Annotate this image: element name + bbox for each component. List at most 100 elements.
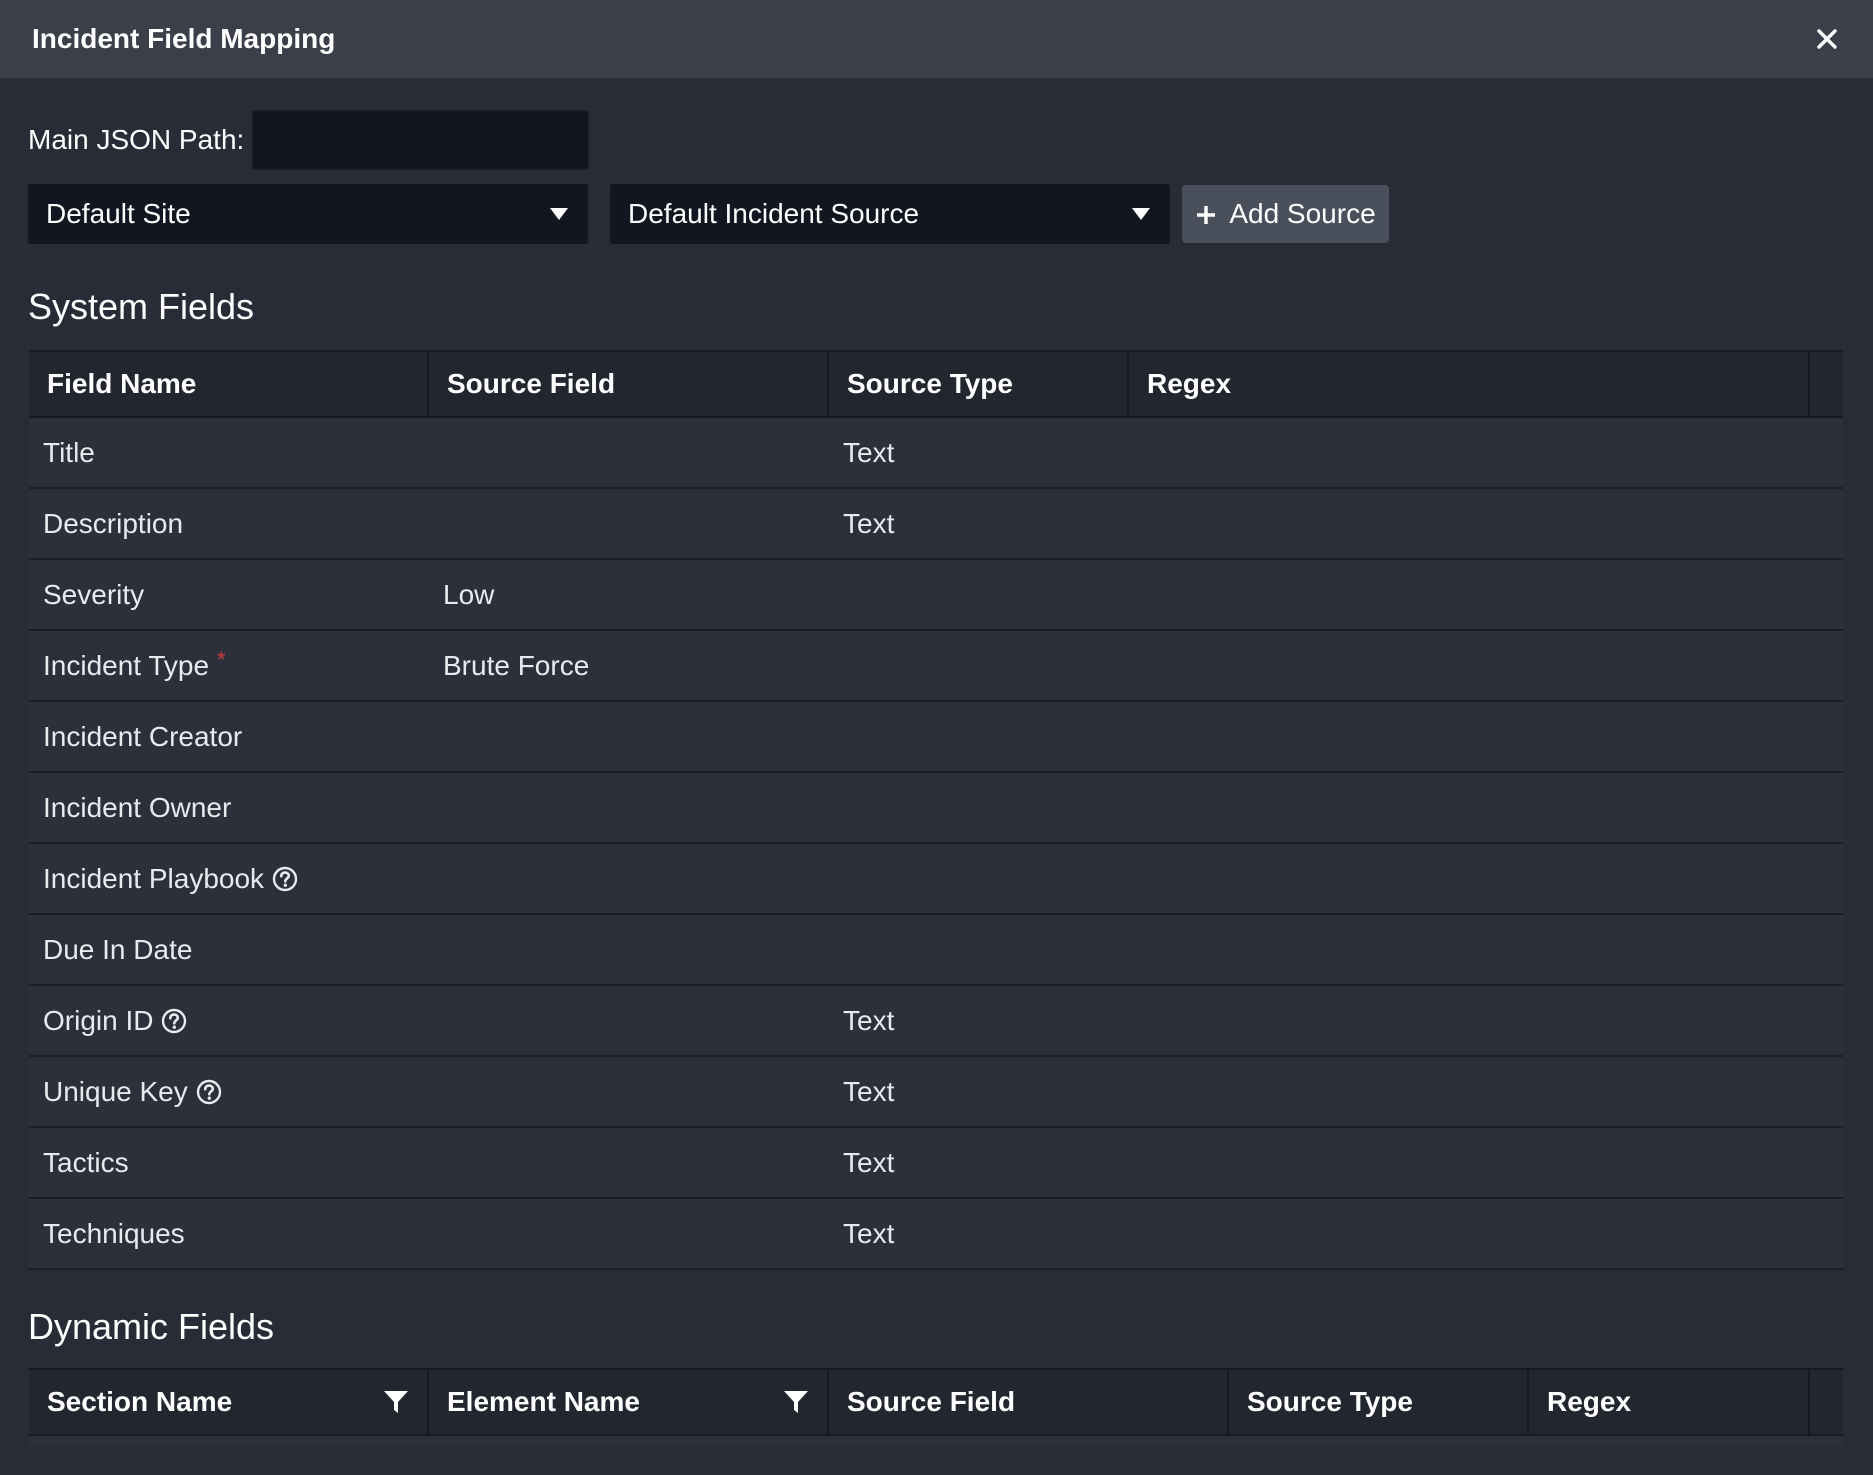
table-row[interactable]: Description Text [29, 489, 1843, 560]
source-field-cell[interactable] [429, 1057, 829, 1126]
source-field-cell[interactable] [429, 986, 829, 1055]
system-fields-title: System Fields [28, 286, 255, 327]
json-path-label: Main JSON Path: [28, 124, 245, 155]
question-circle-icon[interactable] [272, 866, 298, 892]
field-name-cell: Severity [29, 560, 429, 629]
source-field-cell[interactable] [429, 702, 829, 771]
source-type-cell[interactable] [829, 560, 1129, 629]
source-type-cell[interactable]: Text [829, 1199, 1129, 1268]
column-header-section-name-label: Section Name [47, 1386, 233, 1417]
regex-cell[interactable] [1129, 1199, 1843, 1268]
field-name-cell: Origin ID [29, 986, 429, 1055]
source-field-cell[interactable]: Brute Force [429, 631, 829, 700]
source-field-cell[interactable] [429, 489, 829, 558]
column-header-source-field[interactable]: Source Field [429, 352, 829, 416]
dynamic-fields-header: Section Name Element Name Source Field S… [29, 1368, 1843, 1436]
source-type-cell[interactable] [829, 773, 1129, 842]
source-field-cell[interactable] [429, 915, 829, 984]
source-field-cell[interactable] [429, 844, 829, 913]
question-circle-icon[interactable] [161, 1008, 187, 1034]
table-row[interactable]: Incident Playbook [29, 844, 1843, 915]
column-header-element-name[interactable]: Element Name [429, 1370, 829, 1434]
table-row[interactable]: Techniques Text [29, 1199, 1843, 1270]
site-select[interactable]: Default Site [28, 184, 588, 244]
filter-icon[interactable] [783, 1389, 809, 1415]
column-header-source-type[interactable]: Source Type [1229, 1370, 1529, 1434]
table-row[interactable]: Incident Owner [29, 773, 1843, 844]
field-name: Origin ID [43, 1004, 154, 1036]
filter-icon[interactable] [383, 1389, 409, 1415]
table-row[interactable]: Incident Type * Brute Force [29, 631, 1843, 702]
column-header-field-name[interactable]: Field Name [29, 352, 429, 416]
regex-cell[interactable] [1129, 560, 1843, 629]
field-name: Incident Owner [43, 791, 232, 823]
plus-icon [1195, 196, 1217, 232]
regex-cell[interactable] [1129, 986, 1843, 1055]
add-source-button[interactable]: Add Source [1182, 185, 1389, 243]
incident-source-select[interactable]: Default Incident Source [610, 184, 1170, 244]
regex-cell[interactable] [1129, 631, 1843, 700]
system-fields-rows: Title Text Description Text Severity Low Incid… [29, 418, 1843, 1270]
field-name-cell: Unique Key [29, 1057, 429, 1126]
source-field-cell[interactable] [429, 773, 829, 842]
table-row[interactable]: Severity Low [29, 560, 1843, 631]
column-header-regex[interactable]: Regex [1129, 352, 1810, 416]
field-name-cell: Techniques [29, 1199, 429, 1268]
field-name-cell: Tactics [29, 1128, 429, 1197]
field-name-cell: Due In Date [29, 915, 429, 984]
incident-source-select-value: Default Incident Source [628, 198, 920, 229]
source-type-cell[interactable]: Text [829, 1057, 1129, 1126]
column-header-element-name-label: Element Name [447, 1386, 640, 1417]
system-fields-table: Field Name Source Field Source Type Rege… [29, 350, 1843, 1270]
source-type-cell[interactable] [829, 631, 1129, 700]
column-header-regex[interactable]: Regex [1529, 1370, 1810, 1434]
table-row[interactable]: Title Text [29, 418, 1843, 489]
source-field-cell[interactable] [429, 1128, 829, 1197]
question-circle-icon[interactable] [196, 1079, 222, 1105]
column-header-section-name[interactable]: Section Name [29, 1370, 429, 1434]
column-header-source-field[interactable]: Source Field [829, 1370, 1229, 1434]
field-name: Severity [43, 578, 145, 610]
regex-cell[interactable] [1129, 773, 1843, 842]
field-name: Tactics [43, 1146, 129, 1178]
regex-cell[interactable] [1129, 844, 1843, 913]
field-name: Incident Type [43, 649, 210, 681]
regex-cell[interactable] [1129, 489, 1843, 558]
table-row[interactable]: Tactics Text [29, 1128, 1843, 1199]
source-type-cell[interactable] [829, 915, 1129, 984]
json-path-input[interactable] [252, 110, 590, 170]
header-spacer [1810, 352, 1843, 416]
field-name: Due In Date [43, 933, 193, 965]
regex-cell[interactable] [1129, 702, 1843, 771]
field-name: Description [43, 507, 184, 539]
regex-cell[interactable] [1129, 1057, 1843, 1126]
source-type-cell[interactable]: Text [829, 418, 1129, 487]
field-name-cell: Title [29, 418, 429, 487]
field-name: Title [43, 436, 95, 468]
field-name-cell: Incident Creator [29, 702, 429, 771]
caret-down-icon [1132, 208, 1150, 220]
add-source-label: Add Source [1229, 198, 1376, 229]
table-row[interactable]: Incident Creator [29, 702, 1843, 773]
table-row[interactable]: Origin ID Text [29, 986, 1843, 1057]
table-row[interactable]: Due In Date [29, 915, 1843, 986]
table-row[interactable]: Unique Key Text [29, 1057, 1843, 1128]
source-field-cell[interactable] [429, 418, 829, 487]
close-icon[interactable] [1811, 23, 1843, 55]
source-type-cell[interactable]: Text [829, 489, 1129, 558]
source-type-cell[interactable] [829, 702, 1129, 771]
source-field-cell[interactable] [429, 1199, 829, 1268]
source-type-cell[interactable]: Text [829, 1128, 1129, 1197]
source-field-cell[interactable]: Low [429, 560, 829, 629]
dynamic-fields-title: Dynamic Fields [28, 1306, 275, 1347]
source-type-cell[interactable]: Text [829, 986, 1129, 1055]
column-header-source-type[interactable]: Source Type [829, 352, 1129, 416]
field-name-cell: Description [29, 489, 429, 558]
source-select-row: Default Site Default Incident Source Add… [28, 184, 1389, 244]
regex-cell[interactable] [1129, 1128, 1843, 1197]
regex-cell[interactable] [1129, 418, 1843, 487]
field-name: Unique Key [43, 1075, 188, 1107]
regex-cell[interactable] [1129, 915, 1843, 984]
source-type-cell[interactable] [829, 844, 1129, 913]
field-name-cell: Incident Playbook [29, 844, 429, 913]
